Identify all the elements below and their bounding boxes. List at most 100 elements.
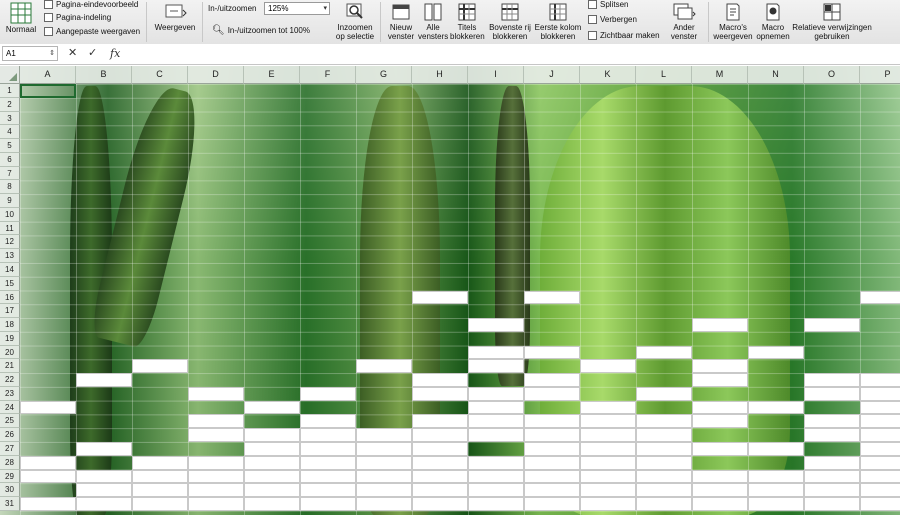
white-cell-k21[interactable] bbox=[580, 359, 636, 374]
white-cell-l28[interactable] bbox=[636, 455, 692, 470]
white-cell-n24[interactable] bbox=[748, 400, 804, 415]
white-cell-e24[interactable] bbox=[244, 400, 300, 415]
white-cell-b22[interactable] bbox=[76, 373, 132, 387]
row-header-13[interactable]: 13 bbox=[0, 249, 20, 263]
zoom-select[interactable]: 125% ▾ bbox=[264, 2, 330, 15]
white-cell-h31[interactable] bbox=[412, 497, 468, 511]
white-cell-f27[interactable] bbox=[300, 442, 356, 456]
white-cell-e30[interactable] bbox=[244, 483, 300, 498]
white-cell-g30[interactable] bbox=[356, 483, 412, 498]
white-cell-k30[interactable] bbox=[580, 483, 636, 498]
white-cell-k25[interactable] bbox=[580, 414, 636, 429]
column-header-a[interactable]: A bbox=[20, 66, 76, 84]
white-cell-i20[interactable] bbox=[468, 345, 524, 360]
row-header-28[interactable]: 28 bbox=[0, 455, 20, 470]
column-header-l[interactable]: L bbox=[636, 66, 692, 84]
cancel-icon[interactable]: ✕ bbox=[68, 47, 77, 60]
white-cell-m27[interactable] bbox=[692, 442, 748, 456]
white-cell-i28[interactable] bbox=[468, 455, 524, 470]
column-header-i[interactable]: I bbox=[468, 66, 524, 84]
white-cell-g21[interactable] bbox=[356, 359, 412, 374]
white-cell-e31[interactable] bbox=[244, 497, 300, 511]
row-header-10[interactable]: 10 bbox=[0, 207, 20, 222]
freeze-first-col-button[interactable]: Eerste kolom blokkeren bbox=[534, 2, 582, 41]
confirm-icon[interactable]: ✓ bbox=[88, 47, 97, 60]
white-cell-p27[interactable] bbox=[860, 442, 900, 456]
white-cell-d30[interactable] bbox=[188, 483, 244, 498]
white-cell-c28[interactable] bbox=[132, 455, 188, 470]
white-cell-l25[interactable] bbox=[636, 414, 692, 429]
white-cell-e27[interactable] bbox=[244, 442, 300, 456]
white-cell-p29[interactable] bbox=[860, 469, 900, 484]
white-cell-p25[interactable] bbox=[860, 414, 900, 429]
column-header-c[interactable]: C bbox=[132, 66, 188, 84]
zoom-100-button[interactable]: 🔍︎ In-/uitzoomen tot 100% bbox=[212, 25, 310, 36]
row-header-30[interactable]: 30 bbox=[0, 483, 20, 498]
arrange-all-button[interactable]: Alle vensters bbox=[418, 2, 448, 41]
row-header-2[interactable]: 2 bbox=[0, 97, 20, 112]
white-cell-f26[interactable] bbox=[300, 428, 356, 443]
relative-refs-button[interactable]: Relatieve verwijzingen gebruiken bbox=[792, 2, 872, 41]
white-cell-e29[interactable] bbox=[244, 469, 300, 484]
white-cell-p22[interactable] bbox=[860, 373, 900, 387]
white-cell-k31[interactable] bbox=[580, 497, 636, 511]
white-cell-n30[interactable] bbox=[748, 483, 804, 498]
white-cell-m24[interactable] bbox=[692, 400, 748, 415]
row-header-12[interactable]: 12 bbox=[0, 235, 20, 250]
white-cell-p16[interactable] bbox=[860, 290, 900, 305]
white-cell-l27[interactable] bbox=[636, 442, 692, 456]
white-cell-e26[interactable] bbox=[244, 428, 300, 443]
white-cell-o23[interactable] bbox=[804, 386, 860, 401]
views-dropdown-button[interactable]: Weergeven bbox=[152, 2, 198, 32]
white-cell-k26[interactable] bbox=[580, 428, 636, 443]
white-cell-c31[interactable] bbox=[132, 497, 188, 511]
formula-input[interactable] bbox=[132, 47, 892, 61]
white-cell-d28[interactable] bbox=[188, 455, 244, 470]
white-cell-j20[interactable] bbox=[524, 345, 580, 360]
white-cell-f30[interactable] bbox=[300, 483, 356, 498]
white-cell-n27[interactable] bbox=[748, 442, 804, 456]
row-header-24[interactable]: 24 bbox=[0, 400, 20, 415]
row-header-17[interactable]: 17 bbox=[0, 304, 20, 319]
white-cell-o22[interactable] bbox=[804, 373, 860, 387]
view-macros-button[interactable]: Macro's weergeven bbox=[712, 2, 754, 41]
white-cell-a29[interactable] bbox=[20, 469, 76, 484]
column-header-j[interactable]: J bbox=[524, 66, 580, 84]
white-cell-g26[interactable] bbox=[356, 428, 412, 443]
select-all-corner[interactable] bbox=[0, 66, 20, 84]
white-cell-f31[interactable] bbox=[300, 497, 356, 511]
unhide-button[interactable]: Zichtbaar maken bbox=[588, 31, 660, 40]
white-cell-p30[interactable] bbox=[860, 483, 900, 498]
row-header-3[interactable]: 3 bbox=[0, 111, 20, 126]
worksheet-grid[interactable]: ABCDEFGHIJKLMNOP 1 2 3 4 5 6 7 8 9 10 11 12 13 14 15 16… bbox=[0, 66, 900, 515]
white-cell-b29[interactable] bbox=[76, 469, 132, 484]
column-header-k[interactable]: K bbox=[580, 66, 636, 84]
white-cell-a24[interactable] bbox=[20, 400, 76, 415]
record-macro-button[interactable]: Macro opnemen bbox=[756, 2, 790, 41]
white-cell-j23[interactable] bbox=[524, 386, 580, 401]
white-cell-k24[interactable] bbox=[580, 400, 636, 415]
white-cell-f23[interactable] bbox=[300, 386, 356, 401]
white-cell-j28[interactable] bbox=[524, 455, 580, 470]
row-header-31[interactable]: 31 bbox=[0, 497, 20, 511]
hide-button[interactable]: Verbergen bbox=[588, 15, 637, 24]
white-cell-b27[interactable] bbox=[76, 442, 132, 456]
white-cell-i31[interactable] bbox=[468, 497, 524, 511]
white-cell-l29[interactable] bbox=[636, 469, 692, 484]
selected-cell-a1[interactable] bbox=[20, 84, 76, 98]
white-cell-k28[interactable] bbox=[580, 455, 636, 470]
column-header-g[interactable]: G bbox=[356, 66, 412, 84]
row-header-21[interactable]: 21 bbox=[0, 359, 20, 374]
row-header-1[interactable]: 1 bbox=[0, 84, 20, 98]
white-cell-i29[interactable] bbox=[468, 469, 524, 484]
white-cell-i26[interactable] bbox=[468, 428, 524, 443]
row-header-26[interactable]: 26 bbox=[0, 428, 20, 443]
row-header-25[interactable]: 25 bbox=[0, 414, 20, 429]
white-cell-p31[interactable] bbox=[860, 497, 900, 511]
white-cell-k27[interactable] bbox=[580, 442, 636, 456]
white-cell-m18[interactable] bbox=[692, 318, 748, 332]
white-cell-h23[interactable] bbox=[412, 386, 468, 401]
white-cell-d29[interactable] bbox=[188, 469, 244, 484]
white-cell-m25[interactable] bbox=[692, 414, 748, 429]
row-header-9[interactable]: 9 bbox=[0, 194, 20, 208]
